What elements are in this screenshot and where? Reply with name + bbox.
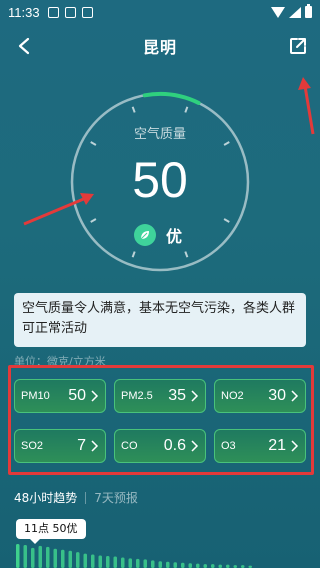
pollutant-name: NO2: [221, 390, 244, 402]
trend-bar[interactable]: [158, 561, 163, 568]
leaf-icon: [134, 224, 156, 246]
trend-tooltip: 11点 50优: [16, 519, 86, 544]
gauge-tick: [90, 141, 97, 146]
trend-bar[interactable]: [46, 546, 50, 568]
trend-bar[interactable]: [68, 550, 73, 568]
trend-tabs: 48小时趋势 7天预报: [14, 489, 138, 506]
chevron-right-icon: [291, 390, 299, 402]
image-notification-icon: [47, 6, 59, 18]
pollutant-value: 0.6: [163, 437, 186, 454]
trend-bar[interactable]: [196, 563, 200, 568]
pollutant-name: O3: [221, 440, 236, 452]
trend-bar[interactable]: [53, 548, 58, 568]
grade-row: 优: [134, 223, 182, 247]
gauge-tick: [131, 251, 136, 258]
tab-7d-forecast[interactable]: 7天预报: [94, 489, 138, 506]
trend-bar[interactable]: [16, 544, 20, 568]
annotation-arrow-left: [23, 193, 94, 226]
signal-icon: [289, 6, 301, 18]
page-title: 昆明: [142, 38, 177, 57]
trend-bar[interactable]: [181, 562, 185, 568]
gauge-progress-arc: [142, 92, 201, 105]
trend-bar[interactable]: [218, 564, 223, 568]
trend-bar[interactable]: [173, 562, 178, 568]
trend-bar[interactable]: [143, 559, 148, 568]
gauge-tick: [223, 218, 230, 223]
trend-bar[interactable]: [128, 558, 133, 568]
trend-bar[interactable]: [76, 552, 80, 568]
trend-bar[interactable]: [203, 564, 208, 568]
trend-bar[interactable]: [83, 553, 88, 568]
share-button[interactable]: [284, 32, 312, 60]
gauge-tick: [184, 106, 189, 113]
annotation-arrow-right: [298, 77, 315, 135]
trend-bar-chart[interactable]: [0, 544, 320, 568]
trend-bar[interactable]: [188, 563, 193, 568]
pollutant-value: 30: [268, 387, 286, 404]
pollutant-value: 35: [168, 387, 186, 404]
chevron-right-icon: [291, 440, 299, 452]
pollutant-value: 21: [268, 437, 286, 454]
trend-bar[interactable]: [113, 556, 118, 568]
pollutant-name: CO: [121, 440, 138, 452]
pollutant-card-o3[interactable]: O3 21: [214, 429, 306, 463]
pollutant-name: PM10: [21, 390, 50, 402]
wifi-icon: [271, 6, 285, 18]
notification-icons: [47, 6, 93, 18]
pollutant-name: PM2.5: [121, 390, 153, 402]
download-notification-icon: [64, 6, 76, 18]
pollutant-value: 50: [68, 387, 86, 404]
tab-divider: [85, 491, 87, 504]
trend-bar[interactable]: [151, 560, 155, 568]
trend-bar[interactable]: [61, 549, 65, 568]
trend-bar[interactable]: [106, 556, 110, 568]
app-bar: 昆明: [0, 28, 320, 64]
tab-48h-trend[interactable]: 48小时趋势: [14, 489, 77, 506]
air-quality-description: 空气质量令人满意，基本无空气污染，各类人群可正常活动: [14, 293, 306, 347]
chevron-right-icon: [191, 440, 199, 452]
pollutant-card-so2[interactable]: SO2 7: [14, 429, 106, 463]
gauge-tick: [223, 141, 230, 146]
share-icon: [290, 38, 306, 54]
trend-bar[interactable]: [91, 554, 95, 568]
trend-bar[interactable]: [23, 544, 28, 568]
app-notification-icon: [81, 6, 93, 18]
status-time: 11:33: [8, 4, 40, 20]
trend-bar[interactable]: [211, 564, 215, 568]
trend-bar[interactable]: [226, 564, 230, 568]
gauge-label: 空气质量: [133, 127, 186, 142]
chevron-right-icon: [191, 390, 199, 402]
trend-bar[interactable]: [136, 558, 140, 568]
pollutant-card-pm25[interactable]: PM2.5 35: [114, 379, 206, 413]
pollutant-name: SO2: [21, 440, 44, 452]
pollutant-card-co[interactable]: CO 0.6: [114, 429, 206, 463]
gauge-tick: [131, 106, 136, 113]
trend-bar[interactable]: [38, 545, 43, 568]
chevron-right-icon: [91, 440, 99, 452]
trend-bar[interactable]: [166, 561, 170, 568]
aqi-grade: 优: [166, 227, 183, 246]
gauge-tick: [184, 251, 189, 258]
pollutant-card-pm10[interactable]: PM10 50: [14, 379, 106, 413]
pollutant-value: 7: [77, 437, 86, 454]
chevron-right-icon: [91, 390, 99, 402]
trend-bar[interactable]: [31, 547, 35, 568]
trend-bar[interactable]: [121, 557, 125, 568]
pollutant-card-no2[interactable]: NO2 30: [214, 379, 306, 413]
trend-bar[interactable]: [98, 555, 103, 568]
status-bar: 11:33: [0, 0, 320, 24]
battery-icon: [305, 4, 312, 18]
